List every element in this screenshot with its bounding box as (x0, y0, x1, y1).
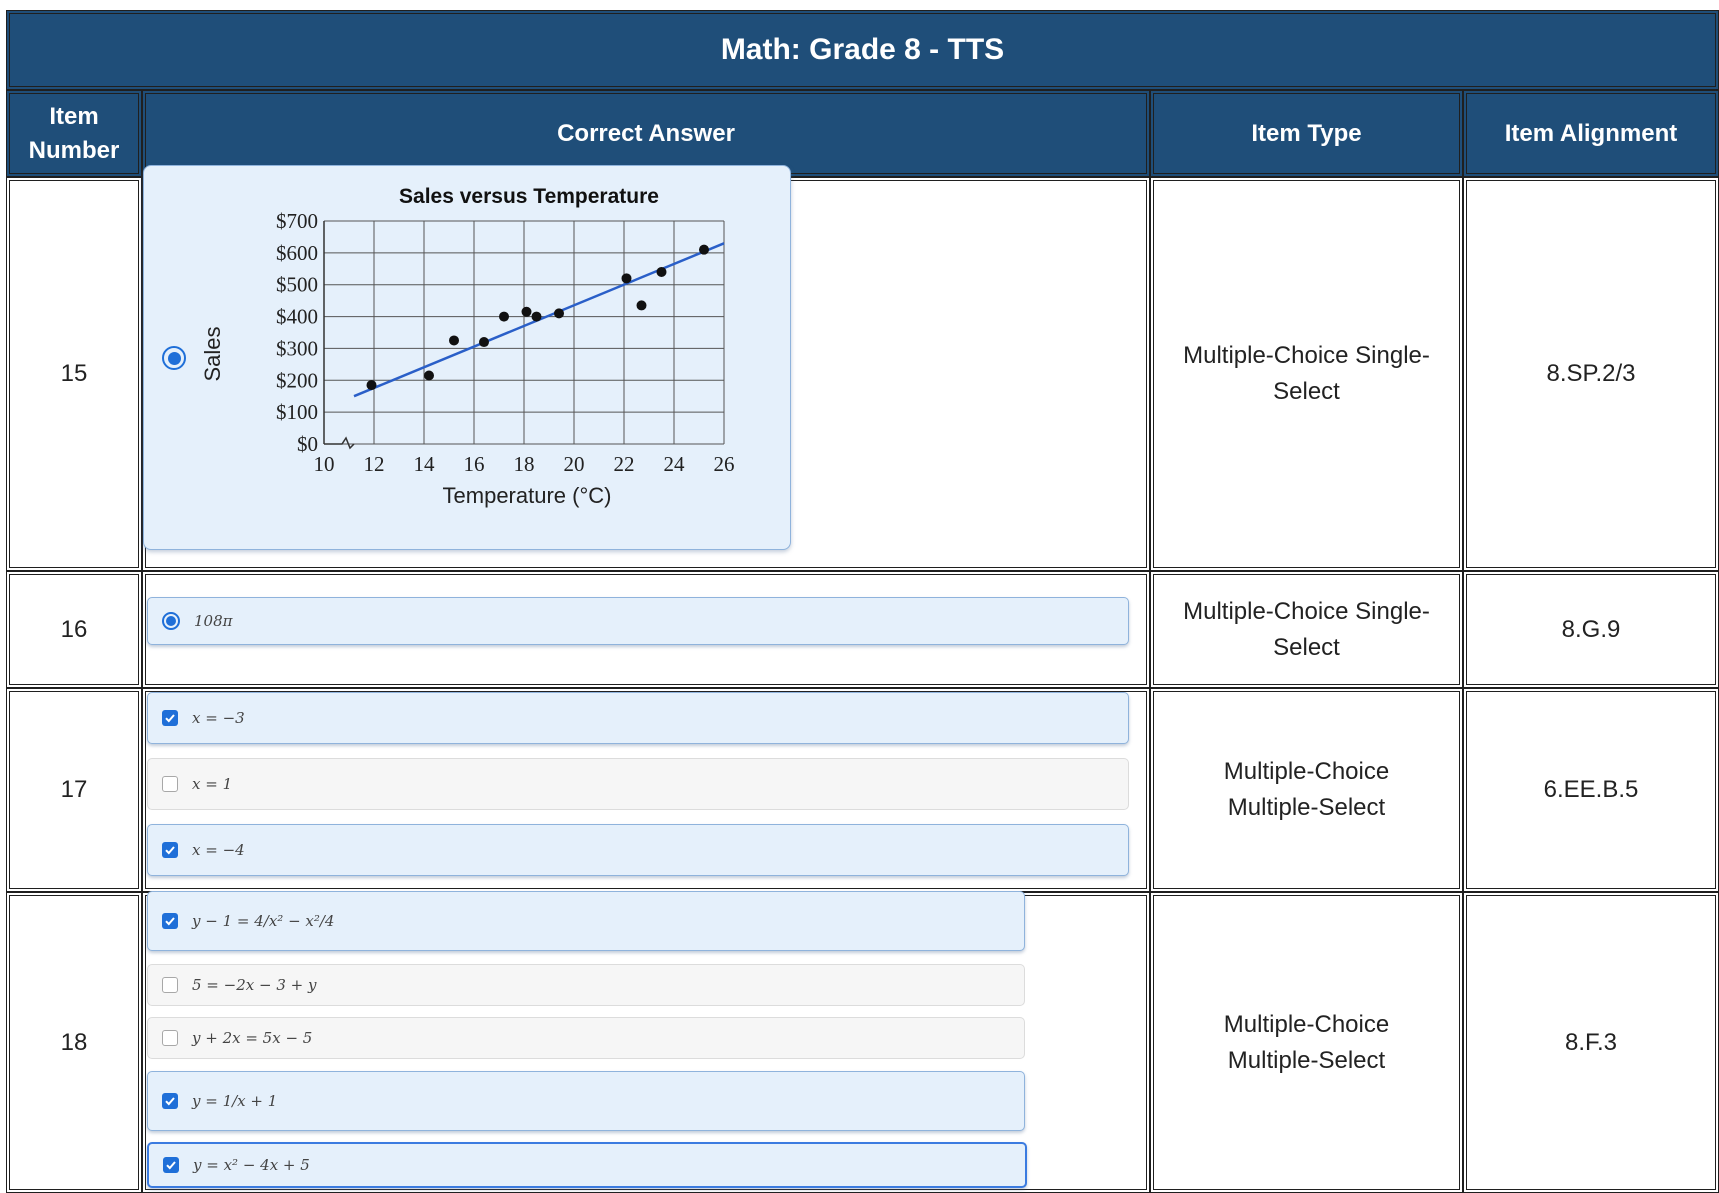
option-text: y = 1/x + 1 (192, 1092, 278, 1110)
sales-temperature-chart: Sales versus Temperature Sales Temperatu… (200, 185, 735, 508)
x-tick-label: 26 (714, 452, 735, 476)
y-tick-label: $600 (276, 241, 318, 265)
chart-y-ticks: $0$100$200$300$400$500$600$700 (276, 209, 318, 456)
y-tick-label: $300 (276, 336, 318, 360)
chart-points (366, 244, 709, 391)
row-16-number: 16 (6, 571, 142, 688)
checkbox-unchecked[interactable] (162, 776, 178, 792)
answer-option-y-eq-1-over-x[interactable]: y = 1/x + 1 (147, 1071, 1025, 1131)
option-text: x = 1 (192, 775, 233, 793)
row-16-alignment: 8.G.9 (1463, 571, 1719, 688)
option-text: y − 1 = 4/x² − x²/4 (192, 912, 335, 930)
x-tick-label: 24 (664, 452, 686, 476)
checkbox-checked[interactable] (163, 1157, 179, 1173)
x-tick-label: 18 (514, 452, 535, 476)
row-16-item-type: Multiple-Choice Single-Select (1150, 571, 1463, 688)
option-text: x = −4 (192, 841, 245, 859)
header-item-alignment: Item Alignment (1463, 90, 1719, 177)
row-15-alignment: 8.SP.2/3 (1463, 177, 1719, 571)
answer-option-x-eq-neg3[interactable]: x = −3 (147, 692, 1129, 744)
chart-x-axis-label: Temperature (°C) (443, 483, 612, 508)
data-point (479, 337, 489, 348)
answer-option-y-eq-x2[interactable]: y = x² − 4x + 5 (147, 1142, 1027, 1188)
row-18-alignment: 8.F.3 (1463, 892, 1719, 1193)
data-point (531, 311, 542, 322)
x-tick-label: 10 (314, 452, 335, 476)
row-17-number: 17 (6, 688, 142, 892)
data-point (499, 311, 509, 322)
row-18-number: 18 (6, 892, 142, 1193)
y-tick-label: $400 (276, 305, 318, 329)
data-point (449, 335, 459, 346)
axis-break (324, 436, 355, 450)
checkbox-checked[interactable] (162, 1093, 178, 1109)
checkbox-checked[interactable] (162, 842, 178, 858)
checkbox-checked[interactable] (162, 710, 178, 726)
chart-y-axis-label: Sales (200, 326, 225, 381)
data-point (521, 306, 532, 317)
y-tick-label: $200 (276, 368, 318, 392)
option-text: y + 2x = 5x − 5 (192, 1029, 313, 1047)
x-tick-label: 22 (614, 452, 635, 476)
checkbox-checked[interactable] (162, 913, 178, 929)
y-tick-label: $100 (276, 400, 318, 424)
option-text: y = x² − 4x + 5 (193, 1156, 310, 1174)
chart-x-ticks: 10 12 14 16 18 20 22 24 26 (314, 452, 735, 476)
answer-option-y-plus-2x[interactable]: y + 2x = 5x − 5 (147, 1017, 1025, 1059)
chart-title: Sales versus Temperature (399, 185, 659, 208)
answer-option-y-minus-1[interactable]: y − 1 = 4/x² − x²/4 (147, 891, 1025, 951)
answer-option-chart[interactable]: Sales versus Temperature Sales Temperatu… (143, 165, 791, 550)
data-point (699, 244, 709, 255)
row-17-item-type: Multiple-Choice Multiple-Select (1150, 688, 1463, 892)
data-point (366, 380, 377, 391)
chart-grid (323, 220, 725, 450)
header-item-number: Item Number (6, 90, 142, 177)
data-point (424, 370, 434, 381)
answer-option-5-eq[interactable]: 5 = −2x − 3 + y (147, 964, 1025, 1006)
radio-selected[interactable] (162, 612, 180, 630)
x-tick-label: 16 (464, 452, 485, 476)
data-point (656, 266, 667, 277)
answer-option-108pi[interactable]: 108π (147, 597, 1129, 645)
row-15-item-type: Multiple-Choice Single-Select (1150, 177, 1463, 571)
y-tick-label: $500 (276, 273, 318, 297)
y-tick-label: $700 (276, 209, 318, 233)
header-correct-answer: Correct Answer (142, 90, 1150, 177)
row-17-alignment: 6.EE.B.5 (1463, 688, 1719, 892)
option-text: 108π (194, 612, 233, 630)
option-text: x = −3 (192, 709, 245, 727)
option-text: 5 = −2x − 3 + y (192, 976, 317, 994)
x-tick-label: 12 (364, 452, 385, 476)
answer-option-x-eq-neg4[interactable]: x = −4 (147, 824, 1129, 876)
row-15-number: 15 (6, 177, 142, 571)
table-title-bar: Math: Grade 8 - TTS (6, 10, 1719, 90)
x-tick-label: 14 (414, 452, 436, 476)
checkbox-unchecked[interactable] (162, 1030, 178, 1046)
data-point (554, 308, 564, 319)
data-point (621, 273, 632, 284)
header-item-type: Item Type (1150, 90, 1463, 177)
answer-option-x-eq-1[interactable]: x = 1 (147, 758, 1129, 810)
row-18-item-type: Multiple-Choice Multiple-Select (1150, 892, 1463, 1193)
data-point (636, 300, 647, 311)
x-tick-label: 20 (564, 452, 585, 476)
checkbox-unchecked[interactable] (162, 977, 178, 993)
page-title: Math: Grade 8 - TTS (720, 33, 1005, 66)
